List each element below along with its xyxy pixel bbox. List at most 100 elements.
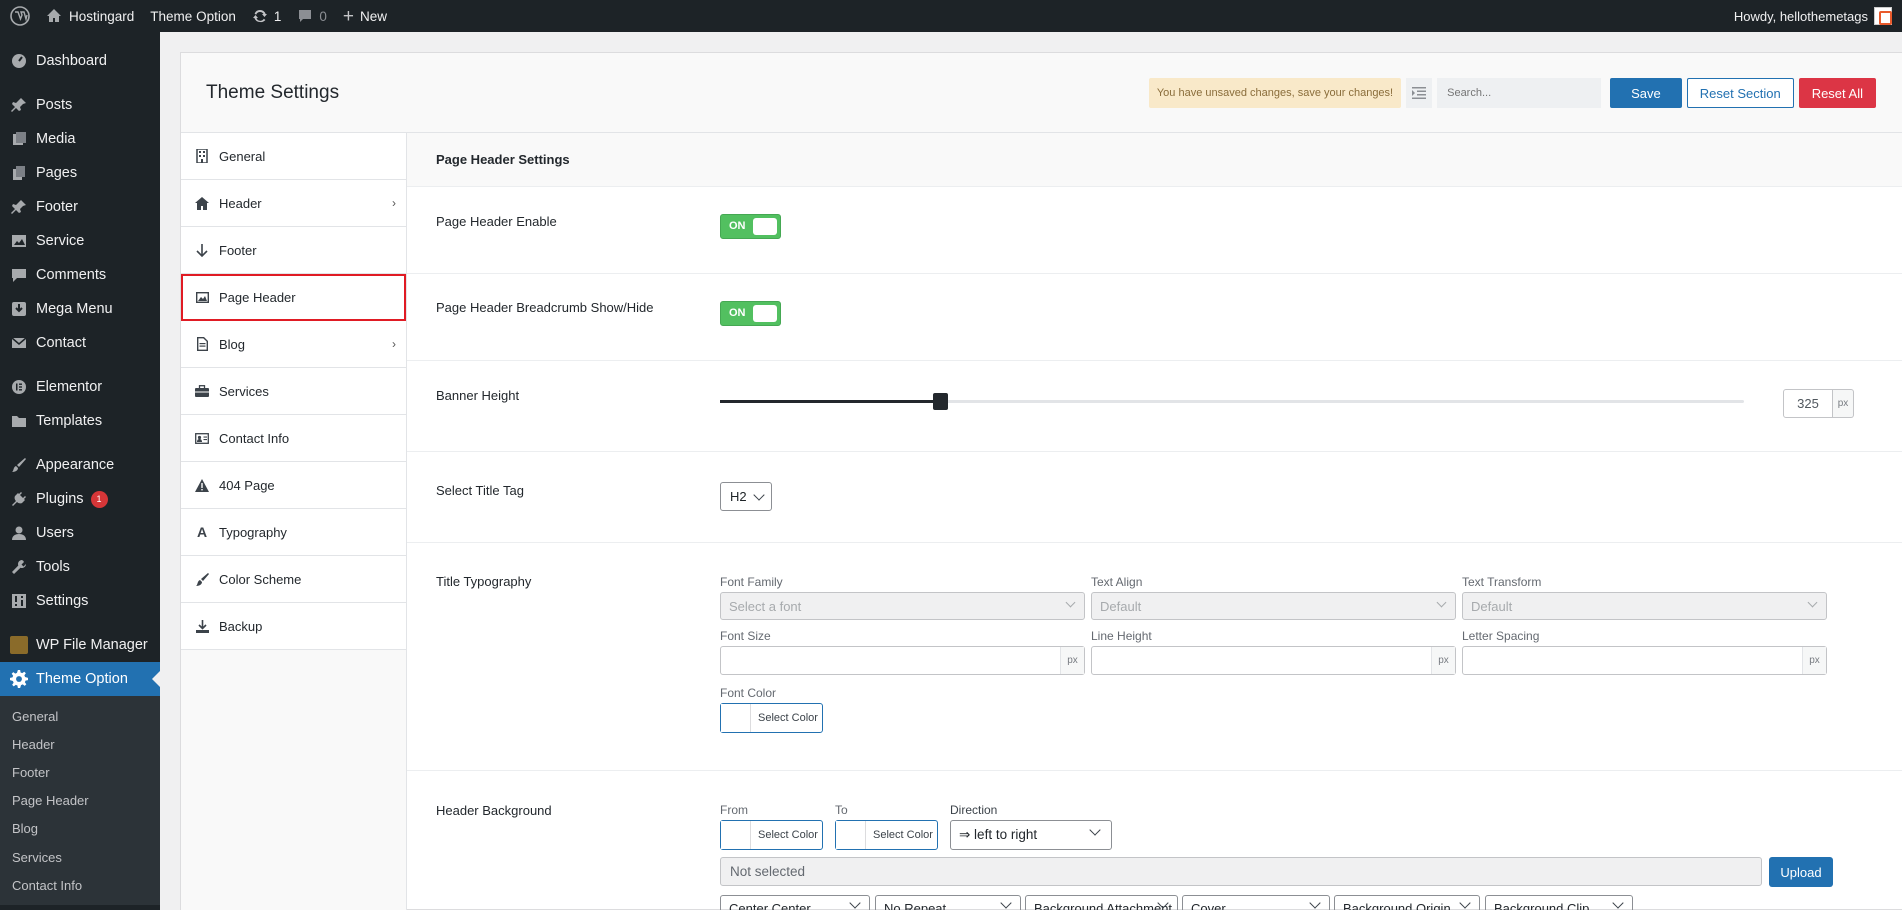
tab-label: Header <box>219 195 262 211</box>
breadcrumb-toggle[interactable]: ON <box>720 301 781 326</box>
tab-backup[interactable]: Backup <box>181 603 406 650</box>
my-account[interactable]: Howdy, hellothemetags <box>1734 7 1902 25</box>
submenu-item-blog[interactable]: Blog <box>0 815 160 843</box>
menu-label: Footer <box>36 199 78 215</box>
gradient-direction-select[interactable]: ⇒ left to right <box>950 820 1112 850</box>
background-origin-select[interactable]: Background Origin <box>1334 895 1480 910</box>
expand-sections-icon[interactable] <box>1406 78 1433 108</box>
save-button[interactable]: Save <box>1610 78 1682 108</box>
gradient-direction-group: Direction ⇒ left to right <box>950 803 1120 850</box>
banner-height-input[interactable]: 325 <box>1783 389 1833 418</box>
submenu-item-services[interactable]: Services <box>0 843 160 871</box>
gradient-from-picker[interactable]: Select Color <box>720 820 823 850</box>
background-repeat-select[interactable]: No Repeat <box>875 895 1021 910</box>
menu-item-mega-menu[interactable]: Mega Menu <box>0 292 160 326</box>
direction-value: ⇒ left to right <box>959 827 1038 842</box>
menu-label: Pages <box>36 165 78 181</box>
line-height-input[interactable]: px <box>1091 646 1456 675</box>
menu-item-theme-option[interactable]: Theme Option <box>0 662 160 696</box>
background-size-select[interactable]: Cover <box>1182 895 1330 910</box>
tab-header[interactable]: Header › <box>181 180 406 227</box>
letter-spacing-input[interactable]: px <box>1462 646 1827 675</box>
banner-height-slider[interactable] <box>720 393 1744 410</box>
folder-icon <box>10 412 28 430</box>
tab-services[interactable]: Services <box>181 368 406 415</box>
tab-404-page[interactable]: 404 Page <box>181 462 406 509</box>
menu-item-settings[interactable]: Settings <box>0 584 160 618</box>
menu-item-wp-file-manager[interactable]: WP File Manager <box>0 628 160 662</box>
font-color-picker[interactable]: Select Color <box>720 703 823 733</box>
font-size-input[interactable]: px <box>720 646 1085 675</box>
tab-contact-info[interactable]: Contact Info <box>181 415 406 462</box>
comments-link[interactable]: 0 <box>289 0 335 32</box>
submenu-item-general[interactable]: General <box>0 702 160 730</box>
tab-blog[interactable]: Blog › <box>181 321 406 368</box>
menu-item-footer[interactable]: Footer <box>0 190 160 224</box>
background-clip-select[interactable]: Background Clip <box>1485 895 1633 910</box>
menu-item-elementor[interactable]: Elementor <box>0 370 160 404</box>
menu-item-media[interactable]: Media <box>0 122 160 156</box>
gear-icon <box>10 670 28 688</box>
menu-label: Elementor <box>36 379 103 395</box>
submenu-item-page-header[interactable]: Page Header <box>0 787 160 815</box>
background-position-select[interactable]: Center Center <box>720 895 870 910</box>
menu-item-tools[interactable]: Tools <box>0 550 160 584</box>
tab-footer[interactable]: Footer <box>181 227 406 274</box>
menu-label: Appearance <box>36 457 115 473</box>
menu-item-pages[interactable]: Pages <box>0 156 160 190</box>
gradient-to-picker[interactable]: Select Color <box>835 820 938 850</box>
tab-typography[interactable]: A Typography <box>181 509 406 556</box>
search-input[interactable] <box>1437 78 1602 108</box>
brush-icon <box>10 456 28 474</box>
tab-label: 404 Page <box>219 477 275 493</box>
theme-option-link[interactable]: Theme Option <box>142 0 244 32</box>
background-attachment-select[interactable]: Background Attachment <box>1025 895 1178 910</box>
chevron-down-icon <box>849 897 861 909</box>
upload-button[interactable]: Upload <box>1769 857 1833 887</box>
chevron-down-icon <box>1309 897 1321 909</box>
menu-label: Mega Menu <box>36 301 113 317</box>
site-name-link[interactable]: Hostingard <box>38 0 142 32</box>
title-tag-select[interactable]: H2 <box>720 482 772 511</box>
menu-item-comments[interactable]: Comments <box>0 258 160 292</box>
tab-label: Typography <box>219 524 287 540</box>
select-color-label: Select Color <box>758 829 818 841</box>
breadcrumb-row: Page Header Breadcrumb Show/Hide ON <box>407 274 1902 361</box>
tab-general[interactable]: General <box>181 133 406 180</box>
new-content-link[interactable]: + New <box>335 0 395 32</box>
reset-section-button[interactable]: Reset Section <box>1686 78 1794 108</box>
text-transform-group: Text Transform Default <box>1462 575 1827 620</box>
font-family-select[interactable]: Select a font <box>720 592 1085 620</box>
background-clip-value: Background Clip <box>1494 900 1590 910</box>
building-icon <box>195 149 209 163</box>
page-header-enable-toggle[interactable]: ON <box>720 214 781 239</box>
submenu-item-contact-info[interactable]: Contact Info <box>0 871 160 899</box>
comments-count: 0 <box>319 8 327 24</box>
line-height-group: Line Height px <box>1091 629 1456 675</box>
menu-item-plugins[interactable]: Plugins 1 <box>0 482 160 516</box>
tab-page-header[interactable]: Page Header <box>181 274 406 321</box>
tab-color-scheme[interactable]: Color Scheme <box>181 556 406 603</box>
plugins-update-badge: 1 <box>90 490 108 508</box>
submenu-item-footer[interactable]: Footer <box>0 758 160 786</box>
submenu-item-header[interactable]: Header <box>0 730 160 758</box>
menu-item-appearance[interactable]: Appearance <box>0 448 160 482</box>
text-transform-select[interactable]: Default <box>1462 592 1827 620</box>
menu-item-users[interactable]: Users <box>0 516 160 550</box>
wordpress-logo-icon[interactable] <box>0 0 38 32</box>
menu-item-contact[interactable]: Contact <box>0 326 160 360</box>
howdy-text: Howdy, hellothemetags <box>1733 8 1868 24</box>
text-align-select[interactable]: Default <box>1091 592 1456 620</box>
menu-item-dashboard[interactable]: Dashboard <box>0 44 160 78</box>
menu-item-service[interactable]: Service <box>0 224 160 258</box>
font-color-group: Font Color Select Color <box>720 686 830 733</box>
menu-item-posts[interactable]: Posts <box>0 88 160 122</box>
menu-item-templates[interactable]: Templates <box>0 404 160 438</box>
slider-handle[interactable] <box>933 393 949 410</box>
from-label: From <box>720 803 748 817</box>
reset-all-button[interactable]: Reset All <box>1798 78 1876 108</box>
updates-link[interactable]: 1 <box>244 0 290 32</box>
text-align-group: Text Align Default <box>1091 575 1456 620</box>
background-image-field[interactable]: Not selected <box>720 857 1762 886</box>
text-transform-value: Default <box>1471 598 1513 614</box>
